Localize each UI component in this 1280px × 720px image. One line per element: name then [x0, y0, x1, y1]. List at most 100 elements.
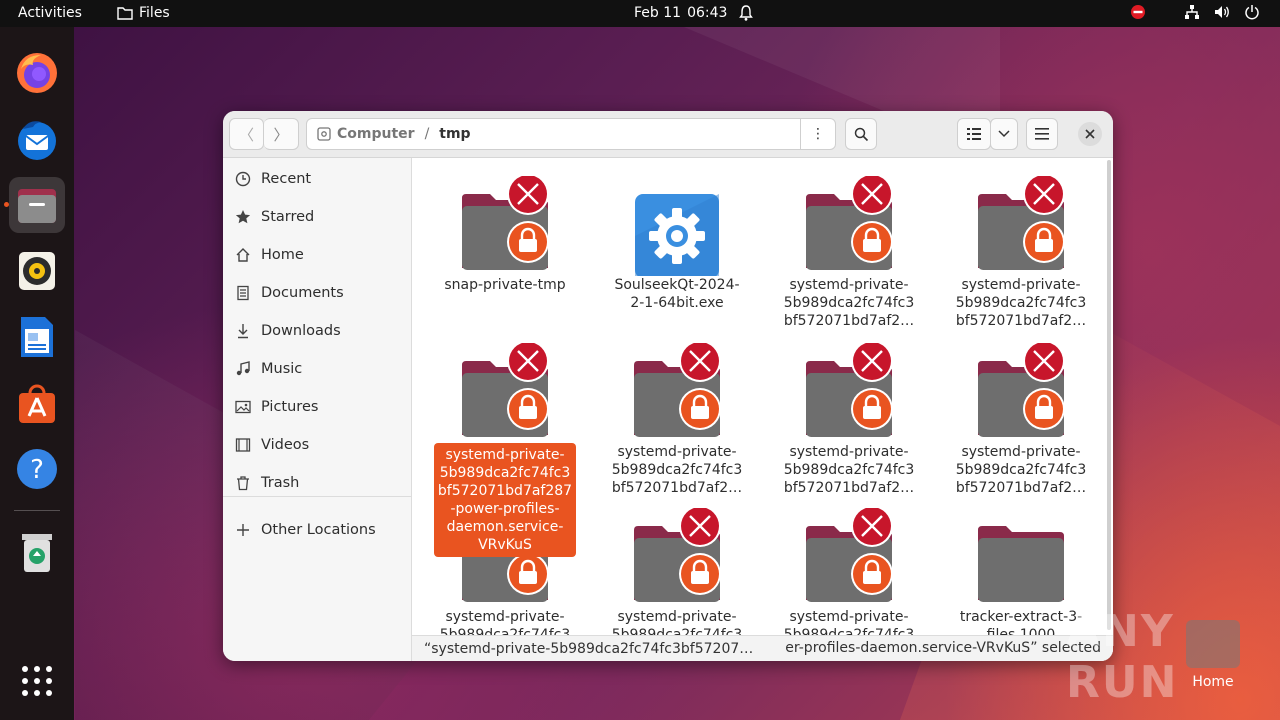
sidebar-item-starred[interactable]: Starred	[235, 204, 314, 230]
bell-icon[interactable]	[738, 4, 754, 26]
status-bar: “systemd-private-5b989dca2fc74fc3bf57207…	[412, 635, 1113, 661]
forward-button[interactable]: 〉	[264, 118, 299, 150]
sidebar-item-label: Pictures	[261, 399, 319, 415]
watermark: ANY RUN	[1066, 606, 1179, 708]
clock-icon	[235, 171, 251, 187]
folder-item[interactable]: systemd-private- 5b989dca2fc74fc3	[602, 505, 752, 644]
sidebar-item-label: Other Locations	[261, 522, 376, 538]
locked-folder-icon	[430, 340, 580, 443]
folder-item[interactable]: systemd-private- 5b989dca2fc74fc3 bf5720…	[946, 340, 1096, 497]
file-name: systemd-private- 5b989dca2fc74fc3 bf5720…	[783, 444, 915, 496]
breadcrumb-computer[interactable]: Computer	[337, 126, 415, 142]
help-icon[interactable]: ?	[9, 441, 65, 497]
folder-item[interactable]: systemd-private- 5b989dca2fc74fc3 bf5720…	[430, 340, 580, 557]
main-menu-button[interactable]	[1026, 118, 1058, 150]
clock[interactable]: Feb 11 06:43	[634, 5, 727, 21]
power-icon	[1245, 5, 1259, 20]
sidebar-item-home[interactable]: Home	[235, 242, 304, 268]
search-button[interactable]	[845, 118, 877, 150]
lock-emblem	[851, 221, 893, 263]
locked-folder-icon	[774, 505, 924, 608]
app-name: Files	[139, 5, 170, 21]
app-menu[interactable]: Files	[117, 5, 170, 21]
document-icon	[235, 285, 251, 301]
sidebar-item-music[interactable]: Music	[235, 356, 302, 382]
executable-icon	[602, 176, 752, 278]
sidebar-item-documents[interactable]: Documents	[235, 280, 344, 306]
dock-separator	[14, 510, 60, 511]
sidebar-item-trash[interactable]: Trash	[235, 470, 299, 496]
system-tray[interactable]	[1130, 4, 1260, 20]
files-icon[interactable]	[9, 177, 65, 233]
app-center-icon[interactable]	[9, 375, 65, 431]
trash-icon[interactable]	[9, 524, 65, 580]
file-name: systemd-private- 5b989dca2fc74fc3 bf5720…	[955, 277, 1087, 329]
trash-icon	[235, 475, 251, 491]
list-view-button[interactable]	[957, 118, 991, 150]
back-button[interactable]: 〈	[229, 118, 264, 150]
sidebar-item-label: Documents	[261, 285, 344, 301]
folder-item[interactable]: systemd-private- 5b989dca2fc74fc3 bf5720…	[946, 173, 1096, 330]
sidebar-item-label: Starred	[261, 209, 315, 225]
show-apps-icon[interactable]	[9, 653, 65, 709]
sidebar-item-label: Recent	[261, 171, 312, 187]
hamburger-icon	[1035, 128, 1049, 140]
top-bar: Activities Files Feb 11 06:43	[0, 0, 1280, 27]
lock-emblem	[507, 553, 549, 595]
chevron-left-icon: 〈	[238, 125, 254, 144]
download-icon	[235, 323, 251, 339]
locked-folder-icon	[774, 173, 924, 276]
lock-emblem	[507, 388, 549, 430]
do-not-disturb-icon	[1131, 5, 1145, 19]
clock-date: Feb 11	[634, 5, 682, 21]
sidebar-item-other-locations[interactable]: Other Locations	[235, 517, 376, 543]
file-item[interactable]: SoulseekQt-2024- 2-1-64bit.exe	[602, 176, 752, 312]
sidebar-item-recent[interactable]: Recent	[235, 166, 311, 192]
rhythmbox-icon[interactable]	[9, 243, 65, 299]
sidebar-separator	[223, 496, 411, 497]
folder-item[interactable]: systemd-private- 5b989dca2fc74fc3	[774, 505, 924, 644]
files-window: 〈 〉 Computer / tmp ⋮ Recent Starred Home Do…	[223, 111, 1113, 661]
folder-icon	[117, 7, 133, 20]
music-icon	[235, 361, 251, 377]
sidebar-item-pictures[interactable]: Pictures	[235, 394, 318, 420]
locked-folder-icon	[774, 340, 924, 443]
folder-item[interactable]: snap-private-tmp	[430, 173, 580, 294]
locked-folder-icon	[602, 505, 752, 608]
search-icon	[854, 127, 868, 141]
status-selection-name: “systemd-private-5b989dca2fc74fc3bf57207…	[424, 640, 754, 657]
file-name: SoulseekQt-2024- 2-1-64bit.exe	[614, 277, 740, 311]
sidebar-item-videos[interactable]: Videos	[235, 432, 309, 458]
file-name: systemd-private- 5b989dca2fc74fc3 bf5720…	[955, 444, 1087, 496]
star-icon	[235, 209, 251, 225]
desktop-home-shortcut[interactable]: Home	[1180, 620, 1246, 690]
libreoffice-writer-icon[interactable]	[9, 309, 65, 365]
path-bar[interactable]: Computer / tmp ⋮	[306, 118, 836, 150]
lock-emblem	[1023, 388, 1065, 430]
folder-icon	[946, 508, 1096, 608]
chevron-down-icon	[998, 130, 1010, 138]
view-options-button[interactable]	[990, 118, 1018, 150]
drive-icon	[317, 127, 331, 141]
activities-button[interactable]: Activities	[18, 5, 82, 21]
locked-folder-icon	[946, 340, 1096, 443]
folder-item[interactable]: systemd-private- 5b989dca2fc74fc3 bf5720…	[774, 173, 924, 330]
network-icon	[1185, 5, 1199, 19]
folder-item[interactable]: systemd-private- 5b989dca2fc74fc3 bf5720…	[602, 340, 752, 497]
breadcrumb-current[interactable]: tmp	[439, 126, 470, 142]
thunderbird-icon[interactable]	[9, 111, 65, 167]
desktop-home-label: Home	[1192, 674, 1234, 690]
firefox-icon[interactable]	[9, 45, 65, 101]
scrollbar[interactable]	[1107, 160, 1111, 630]
locked-folder-icon	[430, 173, 580, 276]
home-folder-icon	[1186, 620, 1240, 668]
sidebar-item-label: Music	[261, 361, 303, 377]
volume-icon	[1215, 6, 1229, 18]
more-options-icon[interactable]: ⋮	[800, 119, 835, 149]
folder-item[interactable]: systemd-private- 5b989dca2fc74fc3 bf5720…	[774, 340, 924, 497]
sidebar-item-label: Trash	[261, 475, 300, 491]
sidebar-item-downloads[interactable]: Downloads	[235, 318, 341, 344]
header-bar: 〈 〉 Computer / tmp ⋮	[223, 111, 1113, 158]
close-button[interactable]	[1078, 122, 1102, 146]
file-name: systemd-private- 5b989dca2fc74fc3 bf5720…	[434, 443, 576, 557]
